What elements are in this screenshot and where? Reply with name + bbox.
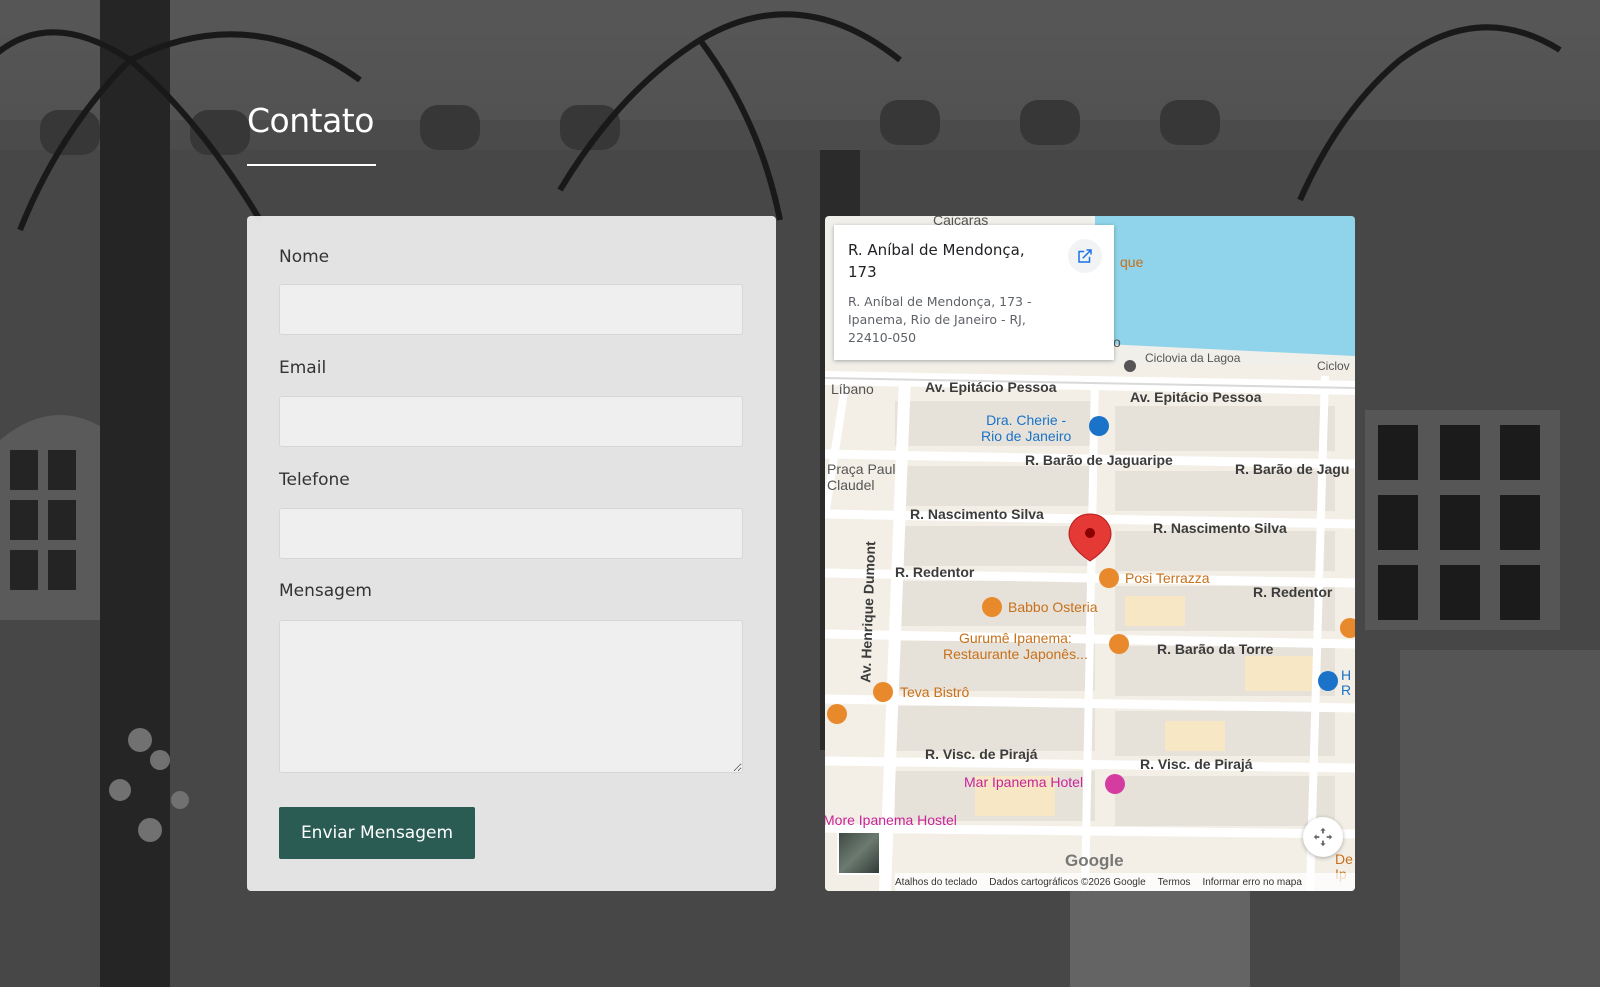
map-label-o: o bbox=[1113, 334, 1121, 350]
map-label-piraja-1: R. Visc. de Pirajá bbox=[925, 746, 1038, 762]
place-info-card: R. Aníbal de Mendonça, 173 R. Aníbal de … bbox=[834, 225, 1114, 360]
map-attribution-bar: Atalhos do teclado Dados cartográficos ©… bbox=[895, 873, 1355, 891]
map-label-ciclov-edge: Ciclov bbox=[1317, 359, 1350, 373]
map-data-credit: Dados cartográficos ©2026 Google bbox=[989, 876, 1146, 888]
map-label-teva-bistro: Teva Bistrô bbox=[900, 684, 970, 700]
title-underline bbox=[247, 164, 376, 166]
map-label-poi: que bbox=[1120, 254, 1144, 270]
background-photo bbox=[0, 0, 1600, 987]
map-label-nascimento-1: R. Nascimento Silva bbox=[910, 506, 1044, 522]
page-title: Contato bbox=[247, 101, 374, 140]
map-label-jaguaripe-2: R. Barão de Jagu bbox=[1235, 461, 1350, 477]
message-label: Mensagem bbox=[279, 581, 372, 601]
place-address: R. Aníbal de Mendonça, 173 - Ipanema, Ri… bbox=[848, 294, 1032, 345]
open-in-new-icon bbox=[1078, 249, 1092, 263]
map-label-more-ipanema: More Ipanema Hostel bbox=[825, 812, 957, 828]
phone-label: Telefone bbox=[279, 470, 350, 490]
message-textarea[interactable] bbox=[279, 620, 743, 773]
map-label-posi-terrazza: Posi Terrazza bbox=[1125, 570, 1210, 586]
satellite-toggle[interactable] bbox=[837, 831, 881, 875]
report-error-link[interactable]: Informar erro no mapa bbox=[1202, 877, 1302, 888]
map-label-epitacio-1: Av. Epitácio Pessoa bbox=[925, 379, 1057, 395]
map-label-ciclovia: Ciclovia da Lagoa bbox=[1145, 351, 1241, 365]
map-label-barao-torre: R. Barão da Torre bbox=[1157, 641, 1274, 657]
map-label-redentor-1: R. Redentor bbox=[895, 564, 975, 580]
terms-link[interactable]: Termos bbox=[1158, 877, 1191, 888]
map-label-redentor-2: R. Redentor bbox=[1253, 584, 1333, 600]
map-label-libano: Líbano bbox=[831, 381, 874, 397]
contact-form: Nome Email Telefone Mensagem Enviar Mens… bbox=[247, 216, 776, 891]
map-label-h-edge: H R bbox=[1341, 667, 1352, 698]
map-label-gurume: Gurumê Ipanema: Restaurante Japonês... bbox=[943, 630, 1088, 662]
map-label-babbo-osteria: Babbo Osteria bbox=[1008, 599, 1098, 615]
map-label-praca: Praça Paul Claudel bbox=[827, 461, 896, 493]
name-input[interactable] bbox=[279, 284, 743, 335]
fullscreen-icon bbox=[1313, 827, 1333, 847]
map-embed[interactable]: Caiçaras que o Ciclovia da Lagoa Ciclov … bbox=[825, 216, 1355, 891]
phone-input[interactable] bbox=[279, 508, 743, 559]
map-label-nascimento-2: R. Nascimento Silva bbox=[1153, 520, 1287, 536]
google-logo: Google bbox=[1065, 851, 1124, 870]
email-label: Email bbox=[279, 358, 327, 378]
keyboard-shortcuts-link[interactable]: Atalhos do teclado bbox=[895, 877, 977, 888]
place-title: R. Aníbal de Mendonça, 173 bbox=[848, 241, 1025, 281]
name-label: Nome bbox=[279, 247, 330, 267]
map-label-piraja-2: R. Visc. de Pirajá bbox=[1140, 756, 1253, 772]
map-label-jaguaripe-1: R. Barão de Jaguaripe bbox=[1025, 452, 1173, 468]
map-label-mar-ipanema: Mar Ipanema Hotel bbox=[964, 774, 1084, 790]
send-message-button[interactable]: Enviar Mensagem bbox=[279, 807, 475, 859]
map-label-cherie: Dra. Cherie - Rio de Janeiro bbox=[981, 412, 1072, 444]
open-in-maps-button[interactable] bbox=[1068, 239, 1102, 273]
email-input[interactable] bbox=[279, 396, 743, 447]
map-label-epitacio-2: Av. Epitácio Pessoa bbox=[1130, 389, 1262, 405]
fullscreen-button[interactable] bbox=[1303, 817, 1343, 857]
